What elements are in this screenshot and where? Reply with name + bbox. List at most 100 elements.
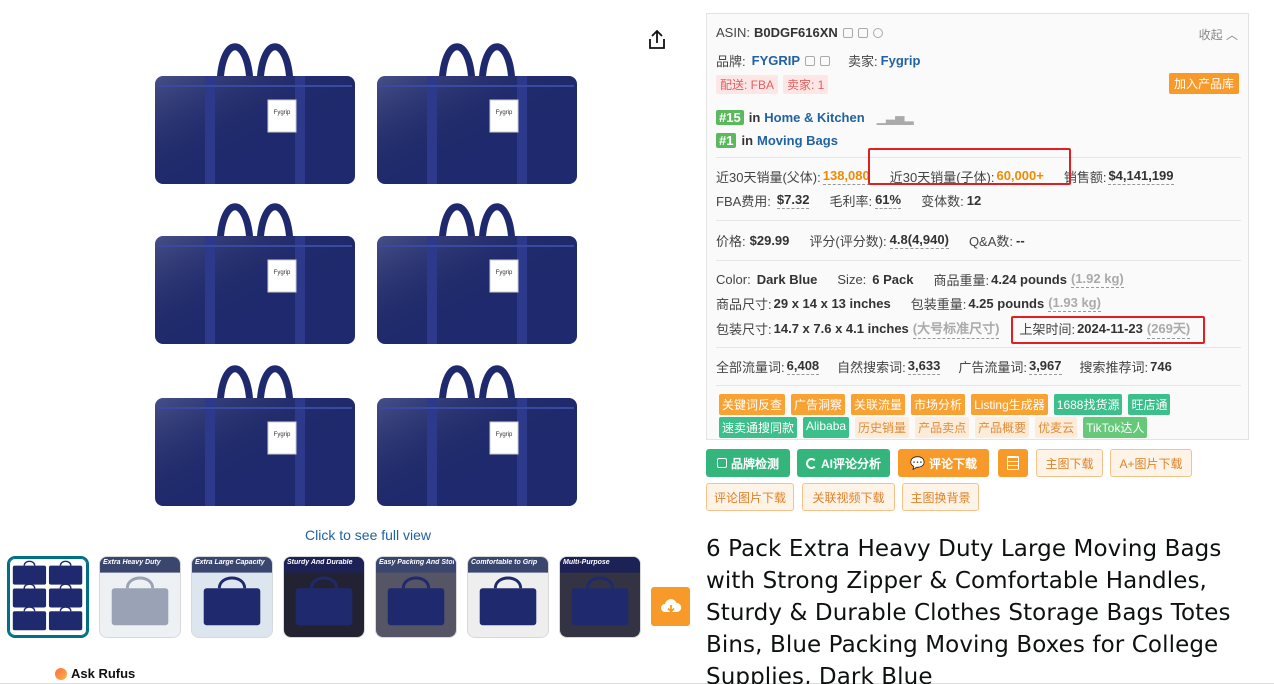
traffic-row: 全部流量词: 6,408 自然搜索词: 3,633 广告流量词: 3,967 搜… bbox=[716, 357, 1172, 376]
share-icon[interactable] bbox=[645, 28, 669, 52]
tool-tag[interactable]: 历史销量 bbox=[855, 417, 910, 438]
fee-row: FBA费用: $7.32 毛利率: 61% 变体数: 12 bbox=[716, 191, 981, 210]
thumbnail-caption: Extra Heavy Duty bbox=[103, 559, 161, 566]
pkg-size-class: (大号标准尺寸) bbox=[912, 318, 1000, 339]
rank-in-label: in bbox=[741, 133, 754, 148]
review-image-download-button[interactable]: 评论图片下载 bbox=[706, 483, 794, 511]
thumbnail-caption: Easy Packing And Storage bbox=[379, 559, 454, 566]
location-icon[interactable] bbox=[872, 27, 883, 38]
organic-value[interactable]: 3,633 bbox=[907, 358, 941, 375]
price-label: 价格: bbox=[716, 234, 746, 249]
main-image-download-button[interactable]: 主图下载 bbox=[1036, 449, 1103, 477]
thumbnail-caption: Comfortable to Grip bbox=[471, 559, 538, 566]
tool-tag[interactable]: TikTok达人 bbox=[1083, 417, 1148, 438]
copy-icon[interactable] bbox=[842, 27, 853, 38]
ask-rufus-label: Ask Rufus bbox=[71, 666, 136, 681]
pkg-dims-value: 14.7 x 7.6 x 4.1 inches bbox=[773, 321, 909, 336]
rank-category-link[interactable]: Moving Bags bbox=[757, 133, 838, 148]
thumbnail[interactable]: Sturdy And Durable bbox=[283, 556, 365, 638]
seller-link[interactable]: Fygrip bbox=[881, 53, 921, 68]
tool-tag[interactable]: 关联流量 bbox=[851, 394, 906, 415]
bag-image: Fygrip bbox=[150, 28, 360, 188]
image-download-button[interactable] bbox=[651, 587, 690, 626]
a-plus-download-button[interactable]: A+图片下载 bbox=[1110, 449, 1192, 477]
recommend-label: 搜索推荐词: bbox=[1079, 360, 1149, 375]
tool-tag[interactable]: 产品卖点 bbox=[915, 417, 970, 438]
asin-label: ASIN: bbox=[716, 25, 750, 40]
rank-category-link[interactable]: Home & Kitchen bbox=[764, 110, 864, 125]
tool-tag[interactable]: 旺店通 bbox=[1128, 394, 1171, 415]
ad-value[interactable]: 3,967 bbox=[1028, 358, 1062, 375]
sales-parent-value[interactable]: 138,080 bbox=[822, 168, 870, 185]
thumbnail[interactable]: Multi-Purpose bbox=[559, 556, 641, 638]
weight-value: 4.24 pounds bbox=[991, 272, 1067, 287]
divider bbox=[716, 220, 1241, 221]
asin-row: ASIN: B0DGF616XN bbox=[716, 25, 883, 40]
tags-row: 配送: FBA 卖家: 1 bbox=[716, 75, 833, 94]
tool-tag[interactable]: Listing生成器 bbox=[971, 394, 1048, 415]
tool-tag[interactable]: Alibaba bbox=[803, 417, 850, 438]
calculator-icon bbox=[1007, 456, 1019, 470]
tool-tag[interactable]: 市场分析 bbox=[911, 394, 966, 415]
collapse-label: 收起 bbox=[1198, 28, 1223, 42]
bag-image: Fygrip bbox=[372, 350, 582, 510]
thumbnail[interactable] bbox=[7, 556, 89, 638]
related-video-download-button[interactable]: 关联视频下载 bbox=[802, 483, 895, 511]
comment-icon: 💬 bbox=[910, 456, 925, 470]
weight-label: 商品重量: bbox=[933, 273, 990, 288]
brand-label: 品牌: bbox=[716, 54, 746, 69]
ask-rufus-button[interactable]: Ask Rufus bbox=[55, 666, 135, 681]
seller-count-badge: 卖家: 1 bbox=[783, 75, 829, 94]
tool-tag[interactable]: 速卖通搜同款 bbox=[719, 417, 798, 438]
divider bbox=[716, 260, 1241, 261]
rank-badge: #15 bbox=[716, 110, 744, 125]
review-download-button[interactable]: 💬 评论下载 bbox=[898, 449, 989, 477]
tool-tag[interactable]: 产品概要 bbox=[975, 417, 1030, 438]
svg-text:Fygrip: Fygrip bbox=[496, 270, 513, 276]
thumbnail[interactable]: Easy Packing And Storage bbox=[375, 556, 457, 638]
tool-tag[interactable]: 关键词反查 bbox=[719, 394, 786, 415]
price-value: $29.99 bbox=[749, 233, 790, 248]
main-product-image[interactable]: Fygrip Fygrip Fygrip Fygrip Fygrip Fygri… bbox=[150, 28, 590, 522]
sales-parent-label: 近30天销量(父体): bbox=[716, 170, 821, 185]
traffic-value[interactable]: 6,408 bbox=[786, 358, 820, 375]
svg-text:Fygrip: Fygrip bbox=[496, 432, 513, 438]
copy-icon[interactable] bbox=[857, 27, 868, 38]
tool-tag[interactable]: 广告洞察 bbox=[791, 394, 846, 415]
fba-fee-label: FBA费用: bbox=[716, 194, 771, 209]
variants-value: 12 bbox=[966, 193, 982, 208]
recommend-value: 746 bbox=[1150, 359, 1172, 374]
dims-value: 29 x 14 x 13 inches bbox=[773, 296, 891, 311]
thumbnail[interactable]: Extra Large Capacity bbox=[191, 556, 273, 638]
brand-link[interactable]: FYGRIP bbox=[752, 53, 800, 68]
qa-value: -- bbox=[1016, 233, 1025, 248]
thumbnail-strip: Extra Heavy Duty Extra Large Capacity St… bbox=[7, 556, 647, 638]
full-view-link[interactable]: Click to see full view bbox=[305, 527, 431, 543]
rating-value: 4.8(4,940) bbox=[889, 232, 949, 249]
tool-tag[interactable]: 优麦云 bbox=[1035, 417, 1078, 438]
tools-row-2: 速卖通搜同款 Alibaba 历史销量 产品卖点 产品概要 优麦云 TikTok达人 bbox=[719, 417, 1148, 438]
tool-tag[interactable]: 1688找货源 bbox=[1053, 394, 1123, 415]
collapse-button[interactable]: 收起 ︿ bbox=[1199, 26, 1238, 43]
thumbnail[interactable]: Extra Heavy Duty bbox=[99, 556, 181, 638]
add-to-library-button[interactable]: 加入产品库 bbox=[1168, 73, 1239, 94]
pkg-weight-kg-value: (1.93 kg) bbox=[1048, 295, 1101, 312]
calculator-button[interactable] bbox=[998, 449, 1028, 477]
bar-chart-icon[interactable]: ▁▃▅▂ bbox=[877, 111, 914, 125]
seller-label: 卖家: bbox=[848, 54, 878, 69]
square-icon bbox=[716, 458, 727, 468]
thumbnail[interactable]: Comfortable to Grip bbox=[467, 556, 549, 638]
ai-review-button[interactable]: AI评论分析 bbox=[797, 449, 890, 477]
main-image-background-button[interactable]: 主图换背景 bbox=[902, 483, 979, 511]
review-download-label: 评论下载 bbox=[928, 456, 977, 471]
fba-fee-value: $7.32 bbox=[776, 192, 810, 209]
dims-label: 商品尺寸: bbox=[716, 297, 772, 312]
external-link-icon[interactable] bbox=[820, 55, 831, 66]
dims-row: 商品尺寸: 29 x 14 x 13 inches 包装重量: 4.25 pou… bbox=[716, 294, 1101, 313]
bag-image: Fygrip bbox=[150, 350, 360, 510]
size-label: Size: bbox=[837, 272, 867, 287]
copy-icon[interactable] bbox=[805, 55, 816, 66]
pkg-weight-value: 4.25 pounds bbox=[968, 296, 1045, 311]
pkg-weight-label: 包装重量: bbox=[910, 297, 967, 312]
brand-check-button[interactable]: 品牌检测 bbox=[706, 449, 790, 477]
